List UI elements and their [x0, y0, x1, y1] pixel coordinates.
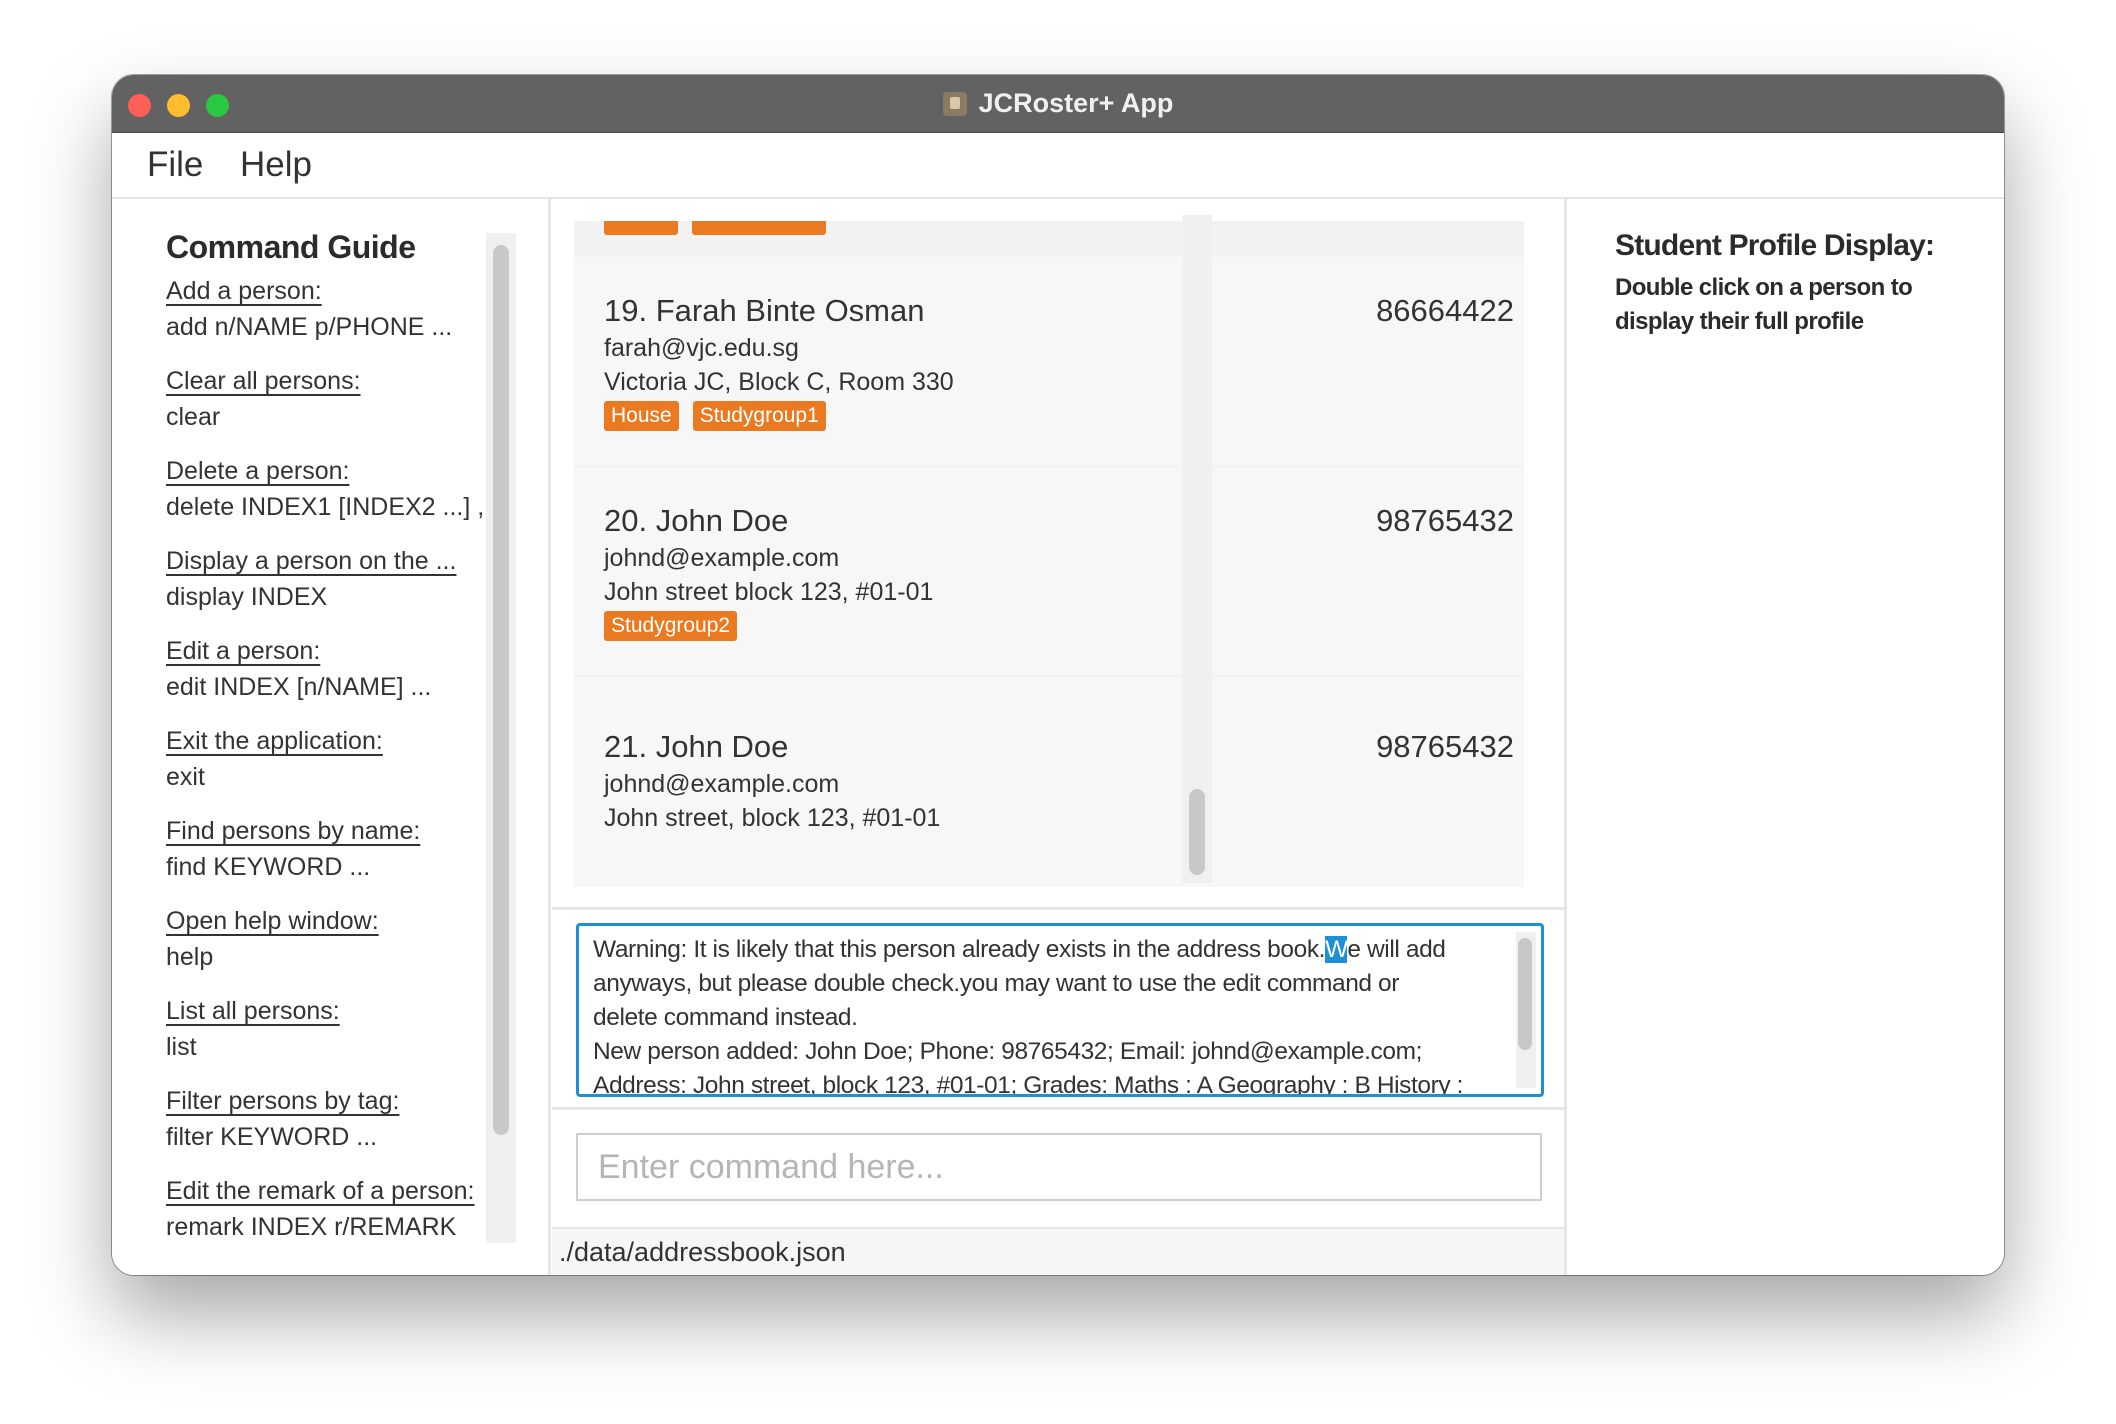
tag: Studygroup2: [604, 611, 738, 641]
result-scrollbar-thumb[interactable]: [1518, 938, 1532, 1050]
person-phone: 98765432: [1376, 729, 1514, 764]
person-tags: House Studygroup1: [604, 401, 826, 431]
app-icon: [942, 91, 967, 116]
person-name: 20. John Doe: [604, 503, 789, 538]
person-name: 21. John Doe: [604, 729, 789, 764]
guide-entry-display: Display a person on the ... display INDE…: [166, 543, 486, 633]
person-address: Victoria JC, Block C, Room 330: [604, 368, 954, 396]
guide-entry-command: exit: [166, 763, 205, 791]
tag: [604, 221, 678, 235]
guide-entry-command: clear: [166, 403, 221, 431]
person-list-panel: 19. Farah Binte Osman 86664422 farah@vjc…: [552, 199, 1564, 983]
command-input[interactable]: [578, 1135, 1540, 1199]
person-email: farah@vjc.edu.sg: [604, 334, 799, 362]
title-bar[interactable]: JCRoster+ App: [112, 75, 2004, 133]
guide-entry-edit: Edit a person: edit INDEX [n/NAME] ...: [166, 633, 486, 723]
guide-entry-clear: Clear all persons: clear: [166, 363, 486, 453]
text-selection: W: [1325, 936, 1348, 963]
guide-entry-label: Find persons by name:: [166, 817, 421, 845]
person-name: 19. Farah Binte Osman: [604, 293, 925, 328]
divider: [548, 199, 551, 1275]
guide-entry-label: Open help window:: [166, 907, 379, 935]
list-scrollbar-thumb[interactable]: [1189, 789, 1205, 875]
guide-entry-command: help: [166, 943, 214, 971]
person-phone: 98765432: [1376, 503, 1514, 538]
app-window: JCRoster+ App File Help Command Guide Ad…: [112, 75, 2004, 1275]
person-address: John street block 123, #01-01: [604, 578, 934, 606]
person-email: johnd@example.com: [604, 544, 840, 572]
guide-entry-label: Exit the application:: [166, 727, 383, 755]
guide-entry-command: delete INDEX1 [INDEX2 ...] ,: [166, 493, 485, 521]
person-email: johnd@example.com: [604, 770, 840, 798]
profile-title: Student Profile Display:: [1615, 229, 1935, 262]
status-bar: ./data/addressbook.json: [552, 1227, 1564, 1275]
guide-entry-filter: Filter persons by tag: filter KEYWORD ..…: [166, 1083, 486, 1173]
guide-entry-command: filter KEYWORD ...: [166, 1123, 378, 1151]
guide-entry-command: add n/NAME p/PHONE ...: [166, 313, 453, 341]
person-card[interactable]: 19. Farah Binte Osman 86664422 farah@vjc…: [574, 257, 1524, 465]
guide-entry-help: Open help window: help: [166, 903, 486, 993]
list-scrollbar-track[interactable]: [1182, 215, 1212, 883]
command-box: [576, 1133, 1542, 1201]
person-card[interactable]: 21. John Doe 98765432 johnd@example.com …: [574, 677, 1524, 887]
guide-entry-label: Add a person:: [166, 277, 322, 305]
guide-entry-command: display INDEX: [166, 583, 328, 611]
person-phone: 86664422: [1376, 293, 1514, 328]
guide-entry-command: find KEYWORD ...: [166, 853, 371, 881]
guide-entry-find: Find persons by name: find KEYWORD ...: [166, 813, 486, 903]
profile-subtitle: Double click on a person to display thei…: [1615, 274, 1913, 335]
person-address: John street, block 123, #01-01: [604, 804, 941, 832]
divider: [552, 907, 1564, 910]
result-text: Warning: It is likely that this person a…: [593, 936, 1464, 1097]
guide-entry-delete: Delete a person: delete INDEX1 [INDEX2 .…: [166, 453, 486, 543]
guide-entry-label: Edit a person:: [166, 637, 321, 665]
person-card[interactable]: 20. John Doe 98765432 johnd@example.com …: [574, 467, 1524, 675]
guide-entry-label: Display a person on the ...: [166, 547, 457, 575]
guide-scrollbar-thumb[interactable]: [493, 245, 509, 1135]
command-guide-panel: Command Guide Add a person: add n/NAME p…: [112, 199, 548, 1275]
guide-entry-command: remark INDEX r/REMARK: [166, 1213, 457, 1241]
tag: [692, 221, 826, 235]
save-location: ./data/addressbook.json: [559, 1237, 846, 1267]
tag: Studygroup1: [692, 401, 826, 431]
menu-file[interactable]: File: [147, 145, 203, 185]
guide-entry-add: Add a person: add n/NAME p/PHONE ...: [166, 273, 486, 363]
guide-entry-label: Edit the remark of a person:: [166, 1177, 475, 1205]
guide-entry-exit: Exit the application: exit: [166, 723, 486, 813]
guide-entry-list: List all persons: list: [166, 993, 486, 1083]
person-tags: Studygroup2: [604, 611, 738, 641]
command-guide-list[interactable]: Add a person: add n/NAME p/PHONE ... Cle…: [166, 273, 486, 1263]
profile-panel: Student Profile Display: Double click on…: [1567, 199, 2004, 1275]
menu-help[interactable]: Help: [240, 145, 312, 185]
guide-entry-label: Filter persons by tag:: [166, 1087, 400, 1115]
guide-entry-command: list: [166, 1033, 197, 1061]
menu-bar: File Help: [112, 133, 2004, 199]
guide-entry-label: Clear all persons:: [166, 367, 361, 395]
divider: [552, 1107, 1564, 1110]
window-title: JCRoster+ App: [978, 88, 1174, 118]
guide-entry-remark: Edit the remark of a person: remark INDE…: [166, 1173, 486, 1263]
tag: House: [604, 401, 679, 431]
command-guide-title: Command Guide: [166, 229, 416, 265]
result-display[interactable]: Warning: It is likely that this person a…: [576, 923, 1544, 1097]
guide-entry-label: Delete a person:: [166, 457, 350, 485]
guide-entry-label: List all persons:: [166, 997, 340, 1025]
guide-entry-command: edit INDEX [n/NAME] ...: [166, 673, 432, 701]
